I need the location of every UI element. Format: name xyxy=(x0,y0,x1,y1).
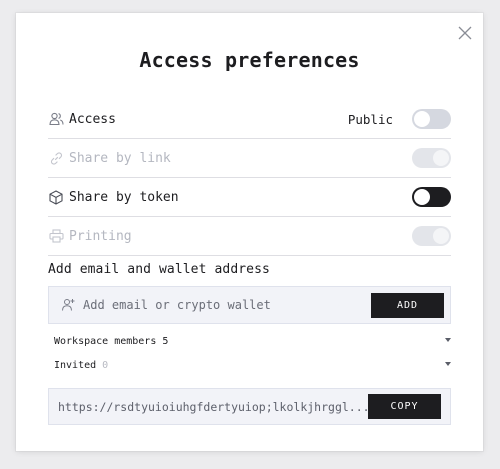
add-email-input[interactable] xyxy=(83,298,371,312)
workspace-members-label: Workspace members xyxy=(54,335,157,347)
setting-label: Printing xyxy=(69,228,132,244)
toggle-knob xyxy=(414,111,430,127)
access-level-value: Public xyxy=(347,111,393,127)
dialog-title: Access preferences xyxy=(139,48,360,72)
users-icon xyxy=(48,111,64,127)
setting-label: Share by link xyxy=(69,150,171,166)
setting-row-printing: Printing xyxy=(48,217,451,256)
add-member-field: ADD xyxy=(48,286,451,324)
add-button[interactable]: ADD xyxy=(371,292,444,318)
add-section-heading: Add email and wallet address xyxy=(48,262,270,277)
settings-list: Access Public Share by link Share by tok… xyxy=(48,100,451,256)
printer-icon xyxy=(48,228,64,244)
share-link-field: https://rsdtyuioiuhgfdertyuiop;lkolkjhrg… xyxy=(48,388,451,425)
toggle-knob xyxy=(414,189,430,205)
toggle-knob xyxy=(433,150,449,166)
setting-row-share-by-link: Share by link xyxy=(48,139,451,178)
invited-label: Invited xyxy=(54,359,97,371)
access-preferences-dialog: Access preferences Access Public Share b… xyxy=(16,13,483,451)
share-by-token-toggle[interactable] xyxy=(412,187,451,207)
workspace-members-dropdown[interactable]: Workspace members 5 xyxy=(54,333,451,349)
invited-count: 0 xyxy=(102,359,109,371)
setting-row-share-by-token: Share by token xyxy=(48,178,451,217)
close-icon[interactable] xyxy=(457,25,473,41)
workspace-members-count: 5 xyxy=(162,335,169,347)
copy-button[interactable]: COPY xyxy=(368,394,441,419)
setting-row-access: Access Public xyxy=(48,100,451,139)
add-user-icon xyxy=(61,298,77,312)
printing-toggle xyxy=(412,226,451,246)
access-toggle[interactable] xyxy=(412,109,451,129)
invited-dropdown[interactable]: Invited 0 xyxy=(54,357,451,373)
share-link-url[interactable]: https://rsdtyuioiuhgfdertyuiop;lkolkjhrg… xyxy=(58,400,368,414)
setting-label: Access xyxy=(69,111,116,127)
link-icon xyxy=(48,150,64,166)
setting-label: Share by token xyxy=(69,189,179,205)
share-by-link-toggle xyxy=(412,148,451,168)
chevron-down-icon xyxy=(445,338,451,342)
cube-icon xyxy=(48,189,64,205)
chevron-down-icon xyxy=(445,362,451,366)
toggle-knob xyxy=(433,228,449,244)
